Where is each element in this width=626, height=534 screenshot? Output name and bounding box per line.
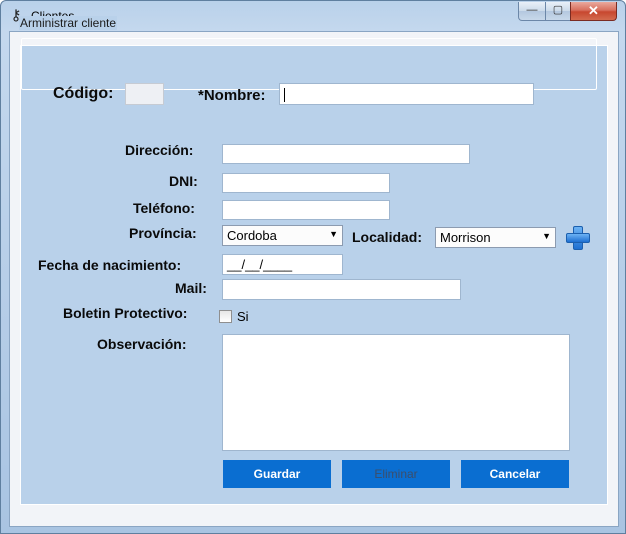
guardar-button[interactable]: Guardar xyxy=(223,460,331,488)
cancelar-button[interactable]: Cancelar xyxy=(461,460,569,488)
fecha-nacimiento-label: Fecha de nacimiento: xyxy=(38,257,182,273)
minimize-button[interactable]: — xyxy=(518,2,546,21)
fecha-nacimiento-field[interactable]: __/__/____ xyxy=(222,254,343,275)
provincia-label: Província: xyxy=(129,225,197,241)
nombre-field[interactable] xyxy=(279,83,534,105)
maximize-button[interactable]: ▢ xyxy=(545,2,571,21)
group-label: Arministrar cliente xyxy=(19,16,118,30)
text-caret xyxy=(284,87,285,102)
chevron-down-icon: ▼ xyxy=(329,229,338,239)
direccion-field[interactable] xyxy=(222,144,470,164)
mail-field[interactable] xyxy=(222,279,461,300)
observacion-textarea[interactable] xyxy=(222,334,570,451)
nombre-label: *Nombre: xyxy=(198,87,266,104)
localidad-label: Localidad: xyxy=(352,229,423,245)
dni-label: DNI: xyxy=(169,173,198,189)
localidad-select[interactable]: Morrison ▼ xyxy=(435,227,556,248)
close-button[interactable]: ✕ xyxy=(570,2,617,21)
eliminar-button[interactable]: Eliminar xyxy=(342,460,450,488)
plus-icon[interactable] xyxy=(566,226,590,250)
codigo-label: Código: xyxy=(53,85,114,102)
telefono-label: Teléfono: xyxy=(133,200,195,216)
boletin-label: Boletin Protectivo: xyxy=(63,305,188,321)
dni-field[interactable] xyxy=(222,173,390,193)
boletin-checkbox-label[interactable]: Si xyxy=(237,309,249,324)
localidad-selected: Morrison xyxy=(440,230,491,245)
telefono-field[interactable] xyxy=(222,200,390,220)
observacion-label: Observación: xyxy=(97,336,187,352)
direccion-label: Dirección: xyxy=(125,142,194,158)
mail-label: Mail: xyxy=(175,280,207,296)
boletin-checkbox[interactable] xyxy=(219,310,232,323)
clientes-window: ⚷ Clientes — ▢ ✕ Arministrar cliente Cód… xyxy=(0,0,626,534)
chevron-down-icon: ▼ xyxy=(542,231,551,241)
provincia-select[interactable]: Cordoba ▼ xyxy=(222,225,343,246)
provincia-selected: Cordoba xyxy=(227,228,277,243)
codigo-field xyxy=(125,83,164,105)
